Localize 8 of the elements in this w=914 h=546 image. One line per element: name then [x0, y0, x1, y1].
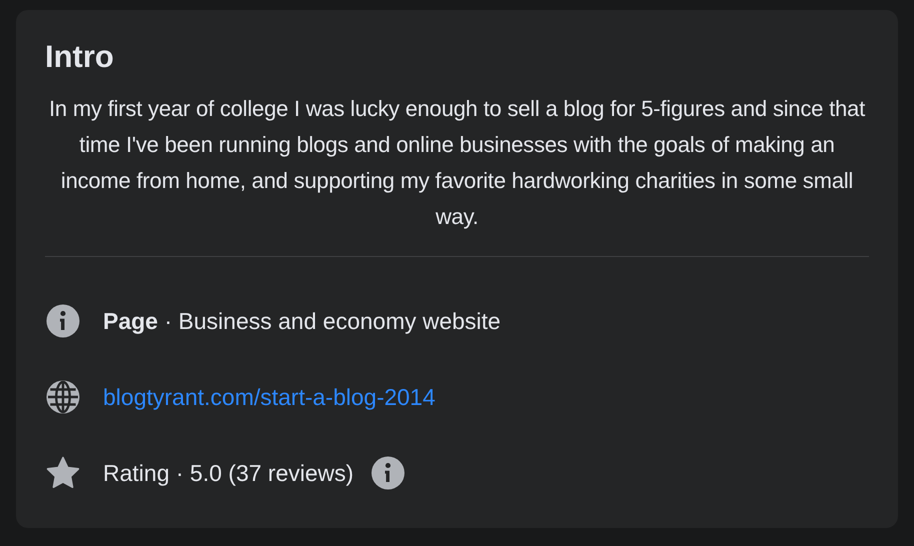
website-link[interactable]: blogtyrant.com/start-a-blog-2014	[103, 380, 436, 414]
rating-text: Rating · 5.0 (37 reviews)	[103, 458, 354, 488]
section-title: Intro	[45, 38, 115, 76]
globe-icon	[45, 379, 81, 416]
info-icon[interactable]	[370, 455, 406, 492]
info-icon	[45, 303, 81, 340]
category-text: Page · Business and economy website	[103, 306, 501, 336]
bio-text: In my first year of college I was lucky enough to sell a blog for 5-figures and since that time I've been running blogs and online businesses with the goals of making an income from home, and supporting my favorite hardworking charities in some small way.	[48, 95, 866, 232]
